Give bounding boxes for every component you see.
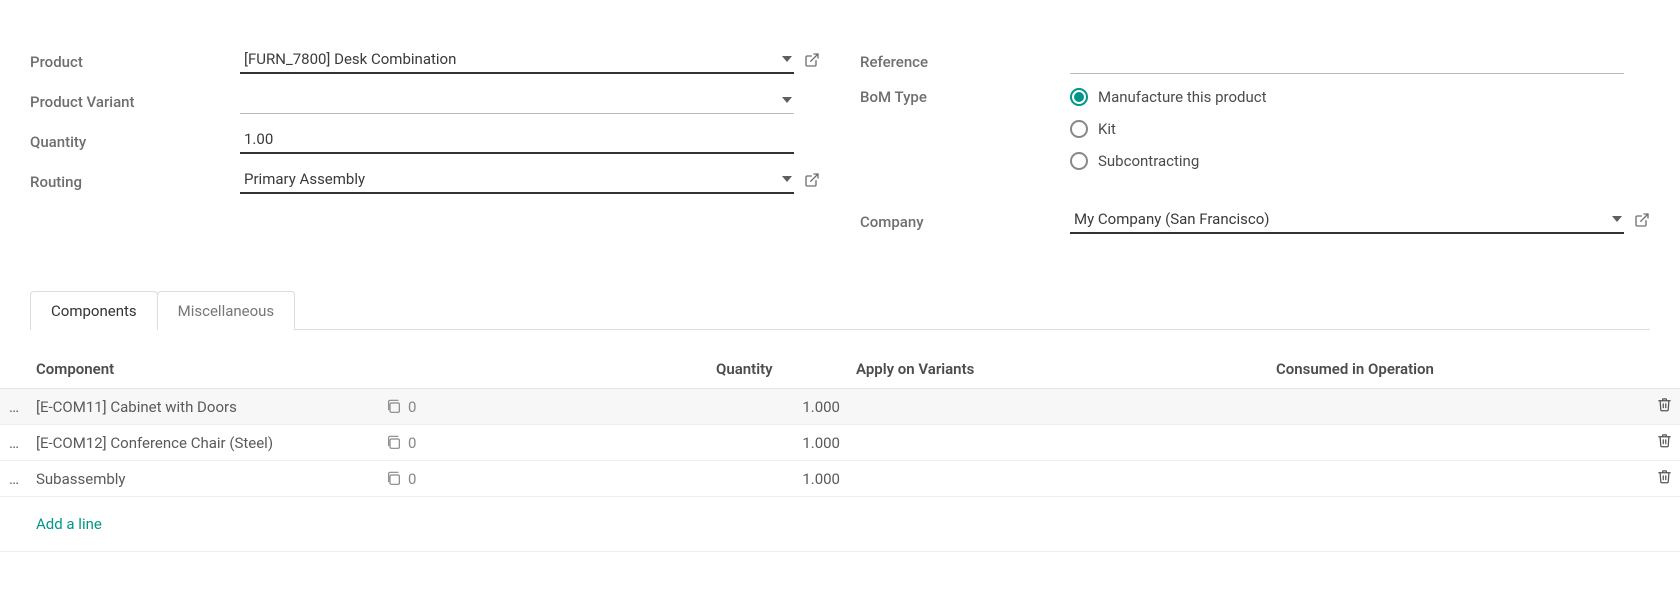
trash-icon (1657, 397, 1672, 412)
copy-icon (386, 435, 402, 451)
bom-type-option-subcontracting[interactable]: Subcontracting (1070, 152, 1267, 170)
caret-down-icon[interactable] (782, 176, 792, 182)
trash-icon (1657, 469, 1672, 484)
external-link-icon[interactable] (1634, 212, 1650, 228)
caret-down-icon[interactable] (1612, 216, 1622, 222)
component-name: Subassembly (36, 470, 376, 488)
drag-handle-icon[interactable]: … (0, 461, 28, 497)
delete-row-button[interactable] (1630, 461, 1680, 497)
copy-icon (386, 399, 402, 415)
radio-unchecked-icon (1070, 120, 1088, 138)
trash-icon (1657, 433, 1672, 448)
quantity-value: 1.00 (244, 130, 273, 148)
component-cell[interactable]: [E-COM11] Cabinet with Doors 0 (28, 389, 708, 425)
reference-input[interactable] (1070, 46, 1624, 74)
bom-type-label: BoM Type (860, 84, 1070, 106)
th-apply-variants: Apply on Variants (848, 350, 1268, 389)
caret-down-icon[interactable] (782, 97, 792, 103)
reference-label: Reference (860, 49, 1070, 71)
routing-value: Primary Assembly (244, 170, 365, 188)
company-input[interactable]: My Company (San Francisco) (1070, 206, 1624, 234)
table-row[interactable]: …Subassembly 01.000 (0, 461, 1680, 497)
pack-badge[interactable]: 0 (386, 398, 416, 416)
bom-type-option-kit[interactable]: Kit (1070, 120, 1267, 138)
external-link-icon[interactable] (804, 172, 820, 188)
delete-row-button[interactable] (1630, 425, 1680, 461)
component-cell[interactable]: [E-COM12] Conference Chair (Steel) 0 (28, 425, 708, 461)
tab-miscellaneous[interactable]: Miscellaneous (157, 291, 296, 330)
quantity-cell[interactable]: 1.000 (708, 389, 848, 425)
routing-input[interactable]: Primary Assembly (240, 166, 794, 194)
tab-bar: Components Miscellaneous (30, 290, 1650, 330)
components-table: Component Quantity Apply on Variants Con… (0, 350, 1680, 552)
consumed-cell[interactable] (1268, 389, 1630, 425)
component-name: [E-COM11] Cabinet with Doors (36, 398, 376, 416)
component-cell[interactable]: Subassembly 0 (28, 461, 708, 497)
consumed-cell[interactable] (1268, 461, 1630, 497)
pack-count: 0 (408, 470, 416, 488)
radio-checked-icon (1070, 88, 1088, 106)
pack-count: 0 (408, 434, 416, 452)
bom-type-option-label: Manufacture this product (1098, 88, 1267, 106)
drag-handle-icon[interactable]: … (0, 425, 28, 461)
caret-down-icon[interactable] (782, 56, 792, 62)
add-line-button[interactable]: Add a line (36, 505, 1672, 543)
component-name: [E-COM12] Conference Chair (Steel) (36, 434, 376, 452)
apply-variants-cell[interactable] (848, 389, 1268, 425)
radio-unchecked-icon (1070, 152, 1088, 170)
product-value: [FURN_7800] Desk Combination (244, 50, 456, 68)
product-variant-label: Product Variant (30, 89, 240, 111)
copy-icon (386, 471, 402, 487)
product-variant-input[interactable] (240, 86, 794, 114)
product-input[interactable]: [FURN_7800] Desk Combination (240, 46, 794, 74)
routing-label: Routing (30, 169, 240, 191)
bom-type-radio-group: Manufacture this product Kit Subcontract… (1070, 84, 1267, 170)
tab-components[interactable]: Components (30, 291, 158, 330)
pack-badge[interactable]: 0 (386, 470, 416, 488)
external-link-icon[interactable] (804, 52, 820, 68)
th-quantity: Quantity (708, 350, 848, 389)
bom-type-option-manufacture[interactable]: Manufacture this product (1070, 88, 1267, 106)
quantity-cell[interactable]: 1.000 (708, 425, 848, 461)
company-label: Company (860, 209, 1070, 231)
left-column: Product [FURN_7800] Desk Combination Pro… (30, 40, 820, 240)
consumed-cell[interactable] (1268, 425, 1630, 461)
drag-handle-icon[interactable]: … (0, 389, 28, 425)
table-row[interactable]: …[E-COM11] Cabinet with Doors 01.000 (0, 389, 1680, 425)
th-component: Component (28, 350, 708, 389)
th-consumed: Consumed in Operation (1268, 350, 1630, 389)
apply-variants-cell[interactable] (848, 461, 1268, 497)
quantity-label: Quantity (30, 129, 240, 151)
delete-row-button[interactable] (1630, 389, 1680, 425)
right-column: Reference BoM Type Manufacture this prod… (860, 40, 1650, 240)
bom-type-option-label: Kit (1098, 120, 1116, 138)
pack-badge[interactable]: 0 (386, 434, 416, 452)
quantity-input[interactable]: 1.00 (240, 126, 794, 154)
company-value: My Company (San Francisco) (1074, 210, 1269, 228)
bom-type-option-label: Subcontracting (1098, 152, 1199, 170)
apply-variants-cell[interactable] (848, 425, 1268, 461)
quantity-cell[interactable]: 1.000 (708, 461, 848, 497)
table-row[interactable]: …[E-COM12] Conference Chair (Steel) 01.0… (0, 425, 1680, 461)
product-label: Product (30, 49, 240, 71)
pack-count: 0 (408, 398, 416, 416)
